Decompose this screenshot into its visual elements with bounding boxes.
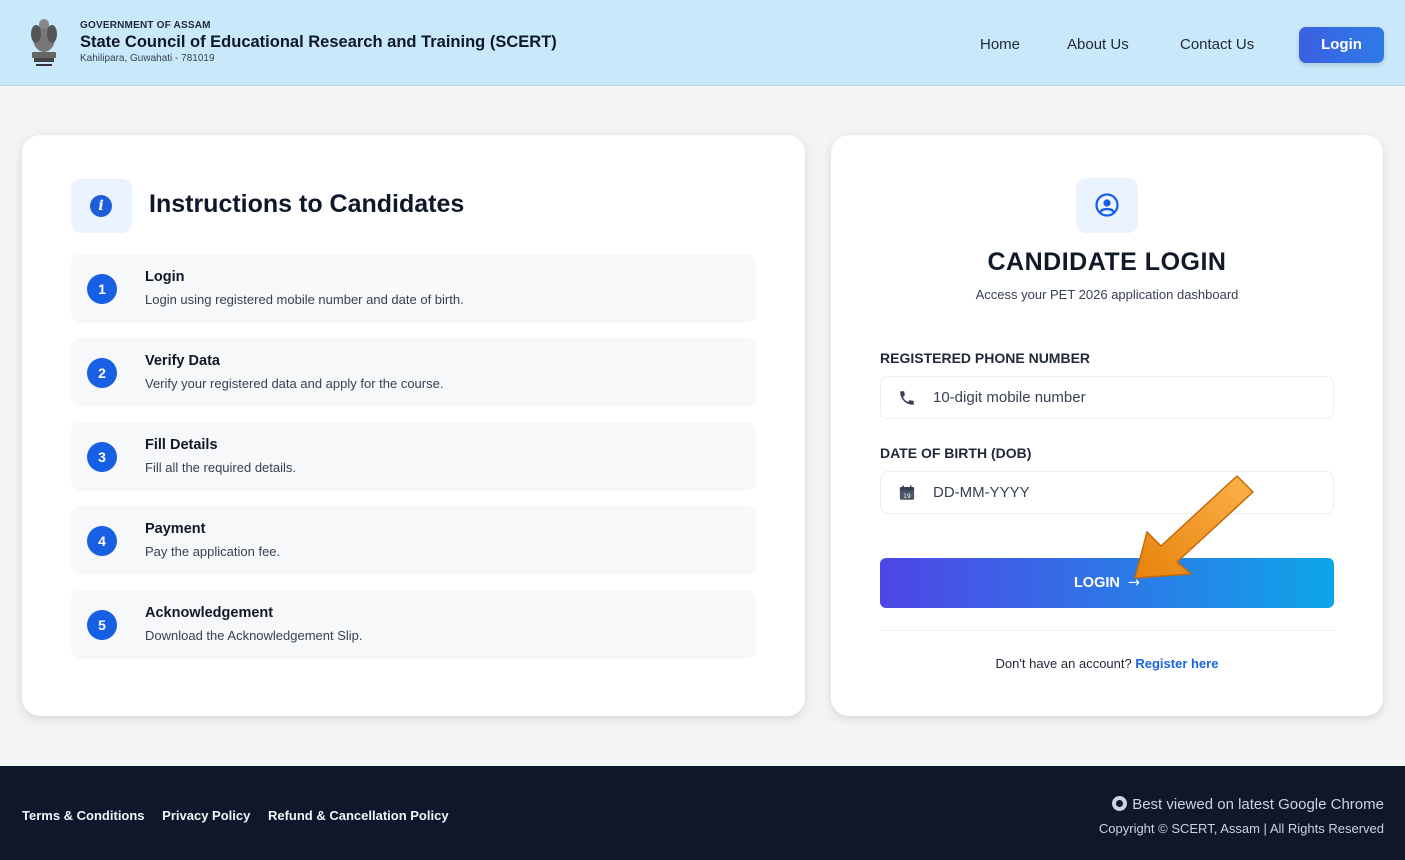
login-card: CANDIDATE LOGIN Access your PET 2026 app… <box>831 135 1383 716</box>
nav-contact-link[interactable]: Contact Us <box>1180 36 1254 53</box>
best-viewed-text: Best viewed on latest Google Chrome <box>1132 796 1384 813</box>
user-icon-box <box>1076 178 1138 233</box>
chrome-icon <box>1112 796 1128 811</box>
dob-label: DATE OF BIRTH (DOB) <box>880 445 1032 461</box>
step-title: Payment <box>145 521 206 537</box>
step-number: 4 <box>87 526 117 556</box>
step-number: 1 <box>87 274 117 304</box>
calendar-day-label: 19 <box>903 493 911 500</box>
organization-name: State Council of Educational Research an… <box>80 33 557 51</box>
login-subtitle: Access your PET 2026 application dashboa… <box>975 287 1239 302</box>
government-label: GOVERNMENT OF ASSAM <box>80 20 211 31</box>
instruction-step: 3 Fill Details Fill all the required det… <box>71 422 756 491</box>
phone-icon <box>900 391 914 405</box>
footer-links: Terms & Conditions Privacy Policy Refund… <box>22 808 463 823</box>
register-link[interactable]: Register here <box>1135 656 1218 671</box>
instruction-step: 5 Acknowledgement Download the Acknowled… <box>71 590 756 659</box>
organization-address: Kahilipara, Guwahati - 781019 <box>80 53 215 64</box>
info-icon: i <box>90 195 112 217</box>
step-number: 5 <box>87 610 117 640</box>
best-viewed-note: Best viewed on latest Google Chrome <box>1099 796 1384 813</box>
login-title: CANDIDATE LOGIN <box>987 248 1227 276</box>
footer-info: Best viewed on latest Google Chrome Copy… <box>1099 796 1384 836</box>
register-prompt: Don't have an account? Register here <box>831 656 1383 671</box>
step-title: Login <box>145 269 185 285</box>
phone-label: REGISTERED PHONE NUMBER <box>880 350 1091 366</box>
annotation-arrow-icon <box>1134 475 1254 579</box>
dob-field[interactable]: 19 <box>880 471 1334 514</box>
step-number: 2 <box>87 358 117 388</box>
instruction-step: 2 Verify Data Verify your registered dat… <box>71 338 756 407</box>
site-header: GOVERNMENT OF ASSAM State Council of Edu… <box>0 0 1405 86</box>
nav-about-link[interactable]: About Us <box>1067 36 1129 53</box>
info-icon-box: i <box>71 179 132 233</box>
register-prompt-text: Don't have an account? <box>995 656 1132 671</box>
phone-input[interactable] <box>933 377 1323 418</box>
instruction-step: 1 Login Login using registered mobile nu… <box>71 254 756 323</box>
calendar-icon: 19 <box>899 485 915 500</box>
step-number: 3 <box>87 442 117 472</box>
step-title: Acknowledgement <box>145 605 274 621</box>
step-description: Pay the application fee. <box>145 544 281 559</box>
login-button-label: LOGIN <box>1073 575 1120 591</box>
header-login-button[interactable]: Login <box>1299 27 1384 63</box>
refund-link[interactable]: Refund & Cancellation Policy <box>268 808 449 823</box>
organization-block: GOVERNMENT OF ASSAM State Council of Edu… <box>80 20 557 64</box>
terms-link[interactable]: Terms & Conditions <box>22 808 145 823</box>
step-description: Fill all the required details. <box>145 460 297 475</box>
phone-field[interactable] <box>880 376 1334 419</box>
instructions-title: Instructions to Candidates <box>149 190 465 218</box>
login-submit-button[interactable]: LOGIN → <box>880 558 1334 608</box>
instruction-step: 4 Payment Pay the application fee. <box>71 506 756 575</box>
instructions-card: i Instructions to Candidates 1 Login Log… <box>22 135 805 716</box>
divider <box>880 630 1334 631</box>
state-emblem-icon <box>31 19 57 66</box>
step-description: Verify your registered data and apply fo… <box>145 376 444 391</box>
user-circle-icon <box>1095 193 1119 217</box>
privacy-link[interactable]: Privacy Policy <box>162 808 250 823</box>
step-title: Fill Details <box>145 437 218 453</box>
site-footer: Terms & Conditions Privacy Policy Refund… <box>0 766 1405 860</box>
copyright-text: Copyright © SCERT, Assam | All Rights Re… <box>1098 821 1384 836</box>
nav-home-link[interactable]: Home <box>980 36 1020 53</box>
step-title: Verify Data <box>145 353 220 369</box>
step-description: Login using registered mobile number and… <box>145 292 464 307</box>
step-description: Download the Acknowledgement Slip. <box>145 628 363 643</box>
